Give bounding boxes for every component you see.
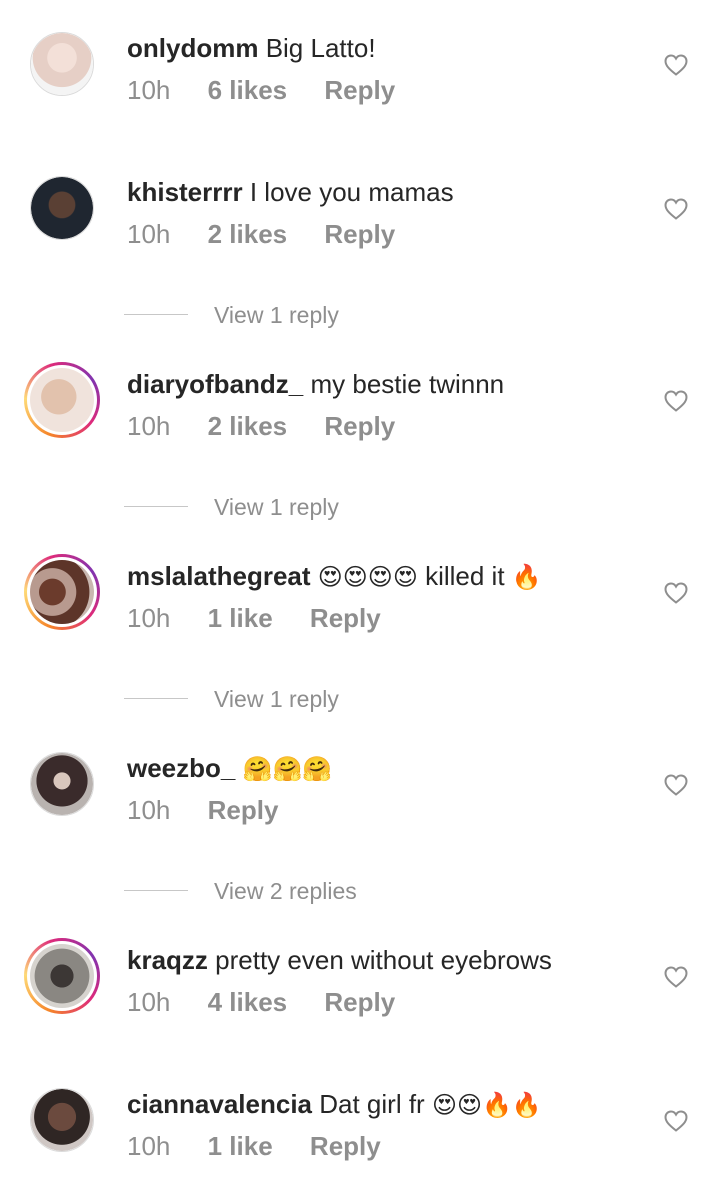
avatar[interactable] (24, 938, 100, 1014)
comment-likes[interactable]: 4 likes (208, 987, 288, 1017)
heart-icon[interactable] (664, 582, 688, 604)
comment-likes[interactable]: 1 like (208, 603, 273, 633)
comment-item: onlydomm Big Latto! 10h 6 likes Reply (0, 32, 720, 142)
comment-username[interactable]: mslalathegreat (127, 561, 311, 591)
comment-text-line: mslalathegreat 😍😍😍😍 killed it 🔥 (127, 560, 542, 593)
avatar[interactable] (30, 1088, 94, 1152)
comment-item: diaryofbandz_ my bestie twinnn 10h 2 lik… (0, 362, 720, 478)
comment-username[interactable]: khisterrrr (127, 177, 243, 207)
comment-time: 10h (127, 75, 171, 105)
comment-username[interactable]: kraqzz (127, 945, 208, 975)
reply-button[interactable]: Reply (324, 219, 395, 249)
view-replies-button[interactable]: View 2 replies (124, 876, 524, 906)
comment-likes[interactable]: 2 likes (208, 219, 288, 249)
comment-body: killed it (425, 561, 505, 591)
heart-icon[interactable] (664, 198, 688, 220)
comment-meta: 10h 2 likes Reply (127, 410, 425, 442)
heart-icon[interactable] (664, 774, 688, 796)
comment-likes[interactable]: 2 likes (208, 411, 288, 441)
comment-time: 10h (127, 411, 171, 441)
view-replies-label[interactable]: View 2 replies (214, 876, 357, 906)
heart-icon[interactable] (664, 966, 688, 988)
heart-icon[interactable] (664, 54, 688, 76)
emoji-group: 🔥 (511, 563, 542, 591)
heart-icon[interactable] (664, 390, 688, 412)
comment-time: 10h (127, 219, 171, 249)
view-replies-label[interactable]: View 1 reply (214, 492, 339, 522)
divider (124, 698, 188, 699)
comment-body: I love you mamas (249, 177, 454, 207)
comment-username[interactable]: ciannavalencia (127, 1089, 312, 1119)
heart-icon[interactable] (664, 1110, 688, 1132)
reply-button[interactable]: Reply (310, 603, 381, 633)
view-replies-button[interactable]: View 1 reply (124, 300, 524, 330)
emoji-group: 🤗🤗🤗 (242, 755, 333, 783)
reply-button[interactable]: Reply (324, 411, 395, 441)
comment-body: Big Latto! (265, 33, 376, 63)
comment-body: pretty even without eyebrows (215, 945, 552, 975)
comment-text-line: khisterrrr I love you mamas (127, 176, 454, 208)
comment-time: 10h (127, 603, 171, 633)
emoji-group: 😍😍🔥🔥 (431, 1091, 542, 1119)
comment-time: 10h (127, 795, 171, 825)
comment-username[interactable]: onlydomm (127, 33, 258, 63)
comment-time: 10h (127, 987, 171, 1017)
comment-meta: 10h 1 like Reply (127, 602, 411, 634)
comment-meta: 10h 1 like Reply (127, 1130, 411, 1162)
comment-meta: 10h 6 likes Reply (127, 74, 425, 106)
divider (124, 890, 188, 891)
avatar[interactable] (30, 32, 94, 96)
comment-username[interactable]: weezbo_ (127, 753, 235, 783)
comment-item: ciannavalencia Dat girl fr 😍😍🔥🔥 10h 1 li… (0, 1088, 720, 1198)
emoji-group: 😍😍😍😍 (317, 563, 418, 591)
reply-button[interactable]: Reply (208, 795, 279, 825)
divider (124, 506, 188, 507)
comment-username[interactable]: diaryofbandz_ (127, 369, 303, 399)
avatar[interactable] (30, 752, 94, 816)
avatar[interactable] (24, 554, 100, 630)
comment-likes[interactable]: 6 likes (208, 75, 288, 105)
reply-button[interactable]: Reply (324, 75, 395, 105)
comment-text-line: onlydomm Big Latto! (127, 32, 376, 64)
comment-body: my bestie twinnn (310, 369, 505, 399)
comment-item: khisterrrr I love you mamas 10h 2 likes … (0, 176, 720, 286)
comment-item: weezbo_ 🤗🤗🤗 10h Reply (0, 752, 720, 862)
divider (124, 314, 188, 315)
comment-item: mslalathegreat 😍😍😍😍 killed it 🔥 10h 1 li… (0, 554, 720, 670)
reply-button[interactable]: Reply (324, 987, 395, 1017)
avatar[interactable] (30, 176, 94, 240)
avatar[interactable] (24, 362, 100, 438)
view-replies-label[interactable]: View 1 reply (214, 300, 339, 330)
view-replies-button[interactable]: View 1 reply (124, 492, 524, 522)
comment-meta: 10h Reply (127, 794, 308, 826)
comment-text-line: kraqzz pretty even without eyebrows (127, 944, 552, 976)
comment-item: kraqzz pretty even without eyebrows 10h … (0, 938, 720, 1054)
view-replies-button[interactable]: View 1 reply (124, 684, 524, 714)
comment-meta: 10h 2 likes Reply (127, 218, 425, 250)
comment-text-line: ciannavalencia Dat girl fr 😍😍🔥🔥 (127, 1088, 542, 1121)
comment-body: Dat girl fr (319, 1089, 425, 1119)
view-replies-label[interactable]: View 1 reply (214, 684, 339, 714)
comment-text-line: weezbo_ 🤗🤗🤗 (127, 752, 332, 785)
comment-text-line: diaryofbandz_ my bestie twinnn (127, 368, 504, 400)
comment-meta: 10h 4 likes Reply (127, 986, 425, 1018)
